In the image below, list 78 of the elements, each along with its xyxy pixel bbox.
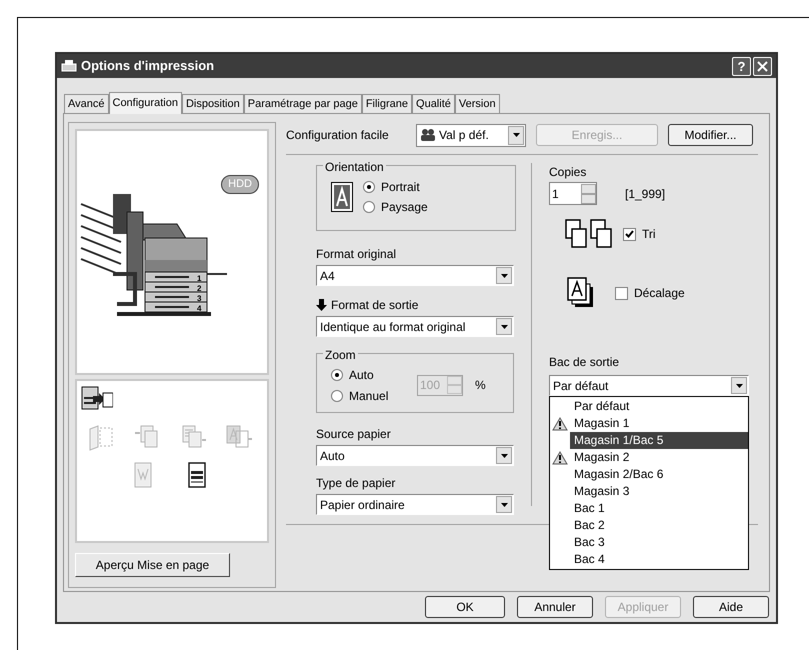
- caret-icon: [512, 133, 520, 137]
- dropdown-option[interactable]: Bac 2: [570, 517, 748, 534]
- hdd-badge: HDD: [221, 175, 259, 194]
- copies-field[interactable]: 1: [549, 182, 597, 205]
- paper-tray: [144, 292, 208, 302]
- dropdown-field[interactable]: Identique au format original: [316, 316, 514, 337]
- range-label: [1_999]: [625, 186, 666, 202]
- unit-label: %: [475, 377, 486, 394]
- dropdown-option[interactable]: Magasin 1/Bac 5: [570, 432, 748, 449]
- dropdown-button[interactable]: [496, 496, 512, 513]
- dropdown-option[interactable]: Par défaut: [570, 398, 748, 415]
- close-button[interactable]: [753, 56, 772, 76]
- checkbox[interactable]: [623, 228, 636, 240]
- checkbox[interactable]: [615, 286, 628, 300]
- dropdown-button[interactable]: [731, 377, 747, 394]
- dropdown-button[interactable]: [496, 267, 512, 284]
- tab[interactable]: Filigrane: [362, 94, 412, 113]
- dropdown-option[interactable]: Magasin 2: [570, 449, 748, 466]
- dropdown-option[interactable]: Bac 3: [570, 534, 748, 551]
- preview-button[interactable]: Aperçu Mise en page: [75, 553, 230, 577]
- dropdown-button[interactable]: [496, 318, 512, 335]
- field-label: Format de sortie: [331, 297, 418, 314]
- people-icon: [420, 129, 436, 141]
- collate-icon: [565, 219, 615, 249]
- tray-number: 4: [197, 304, 202, 313]
- radio-label: Portrait: [381, 179, 420, 196]
- dropdown-option[interactable]: Bac 1: [570, 500, 748, 517]
- field-label: Format original: [316, 246, 398, 263]
- close-icon: [757, 60, 768, 72]
- radio-button[interactable]: [363, 201, 375, 213]
- dialog-button[interactable]: Aide: [693, 596, 769, 618]
- tab[interactable]: Disposition: [182, 94, 244, 113]
- dialog-button[interactable]: OK: [425, 596, 505, 618]
- window-title: Options d'impression: [81, 57, 214, 76]
- caret-icon: [500, 274, 508, 278]
- caret-icon: [500, 502, 508, 506]
- radio-label: Manuel: [349, 388, 388, 404]
- dropdown-option[interactable]: Bac 4: [570, 551, 748, 568]
- dropdown-field[interactable]: A4: [316, 265, 514, 286]
- tab[interactable]: Qualité: [412, 94, 455, 113]
- radio-label: Auto: [349, 366, 374, 384]
- dropdown-button[interactable]: [496, 447, 512, 464]
- tray-number: 1: [197, 274, 202, 283]
- warning-icon: [552, 450, 568, 464]
- tab[interactable]: Version: [454, 94, 500, 113]
- tab[interactable]: Avancé: [64, 94, 108, 113]
- caret-icon: [500, 454, 508, 458]
- dropdown-field[interactable]: Papier ordinaire: [316, 494, 514, 515]
- dialog-button[interactable]: Modifier...: [668, 124, 753, 146]
- printer-icon: [61, 59, 77, 73]
- field-label: Copies: [549, 164, 588, 181]
- radio-label: Paysage: [381, 199, 428, 216]
- dropdown-button[interactable]: [508, 126, 524, 144]
- checkbox-label: Tri: [642, 226, 656, 243]
- tab[interactable]: Paramétrage par page: [244, 94, 362, 113]
- field-label: Bac de sortie: [549, 354, 620, 371]
- tray-number: 2: [197, 284, 202, 293]
- warning-icon: [552, 416, 568, 430]
- dropdown-option[interactable]: Magasin 2/Bac 6: [570, 466, 748, 483]
- dropdown-option[interactable]: Magasin 3: [570, 483, 748, 500]
- tab[interactable]: Configuration: [108, 92, 182, 114]
- dropdown-value: Val p déf.: [439, 127, 489, 144]
- field-label: Type de papier: [316, 475, 396, 492]
- field-label: Source papier: [316, 426, 392, 443]
- help-button[interactable]: ?: [732, 56, 751, 76]
- dropdown-field[interactable]: Auto: [316, 445, 514, 466]
- field-label: Configuration facile: [286, 127, 390, 144]
- dropdown-option[interactable]: Magasin 1: [570, 415, 748, 432]
- down-arrow-icon: [316, 299, 327, 311]
- caret-icon: [736, 384, 742, 388]
- caret-icon: [500, 324, 508, 328]
- portrait-page-icon: [331, 182, 353, 212]
- radio-button[interactable]: [363, 181, 375, 193]
- dropdown-field[interactable]: Val p déf.: [416, 124, 526, 146]
- checkbox-label: Décalage: [634, 285, 685, 302]
- dialog-button[interactable]: Annuler: [517, 596, 593, 618]
- tray-number: 3: [197, 294, 202, 303]
- dropdown-field[interactable]: Par défaut: [549, 375, 749, 396]
